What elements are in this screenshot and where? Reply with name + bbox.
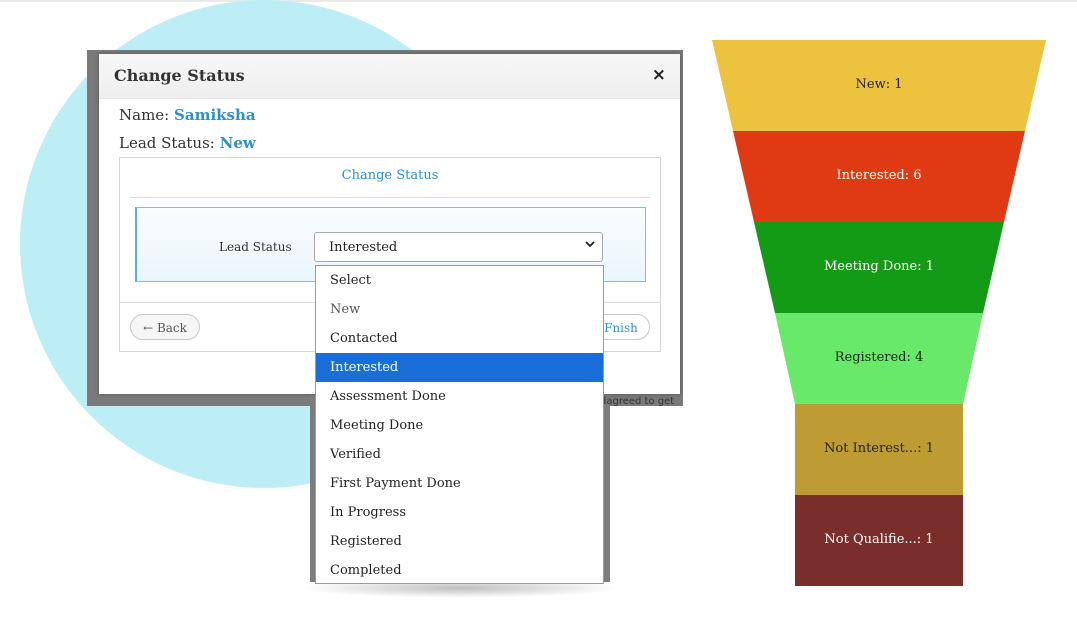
modal-header: Change Status × — [99, 54, 680, 99]
dropdown-option-selected[interactable]: Interested — [316, 353, 603, 382]
dropdown-option: New — [330, 302, 361, 317]
close-icon[interactable]: × — [652, 65, 666, 85]
funnel-segment-label: Not Interest...: 1 — [824, 440, 934, 456]
funnel-segment-label: Not Qualifie...: 1 — [824, 531, 934, 547]
lead-status-select-value: Interested — [329, 240, 398, 255]
dropdown-option[interactable]: Contacted — [316, 324, 603, 353]
funnel-segment[interactable] — [775, 313, 983, 404]
funnel-segment-label: Registered: 4 — [834, 349, 924, 365]
lead-status-select[interactable]: Interested — [314, 232, 603, 262]
lead-name-row: Name: Samiksha — [119, 106, 256, 124]
dropdown-option[interactable]: Select — [316, 266, 603, 295]
name-value: Samiksha — [174, 106, 256, 124]
dropdown-option[interactable]: Verified — [316, 440, 603, 469]
funnel-segment-label: New: 1 — [855, 76, 903, 92]
dropdown-option[interactable]: Completed — [316, 556, 603, 583]
funnel-segment[interactable] — [795, 495, 963, 586]
dropdown-option[interactable]: First Payment Done — [316, 469, 603, 498]
panel-title: Change Status — [341, 168, 439, 183]
dropdown-option[interactable]: Assessment Done — [316, 382, 603, 411]
funnel-segment[interactable] — [795, 404, 963, 495]
dropdown-option[interactable]: Meeting Done — [316, 411, 603, 440]
funnel-segment-label: Interested: 6 — [836, 167, 922, 183]
chevron-down-icon — [584, 238, 596, 253]
dropdown-option[interactable]: In Progress — [316, 498, 603, 527]
status-label: Lead Status: — [119, 134, 215, 152]
lead-status-dropdown: Select New Contacted Interested Assessme… — [315, 265, 604, 584]
backdrop-text: dagreed to get — [600, 396, 675, 407]
status-value: New — [219, 134, 256, 152]
funnel-segment[interactable] — [754, 222, 1004, 313]
back-button[interactable]: ← Back — [130, 314, 200, 340]
lead-status-field-label: Lead Status — [219, 240, 292, 254]
funnel-segment[interactable] — [712, 40, 1046, 131]
funnel-segment[interactable] — [733, 131, 1025, 222]
lead-status-row: Lead Status: New — [119, 134, 256, 152]
panel-divider — [130, 197, 650, 198]
dropdown-option[interactable]: Registered — [316, 527, 603, 556]
funnel-segment-label: Meeting Done: 1 — [823, 258, 934, 274]
name-label: Name: — [119, 106, 170, 124]
top-divider — [0, 0, 1077, 2]
modal-title: Change Status — [114, 66, 245, 85]
